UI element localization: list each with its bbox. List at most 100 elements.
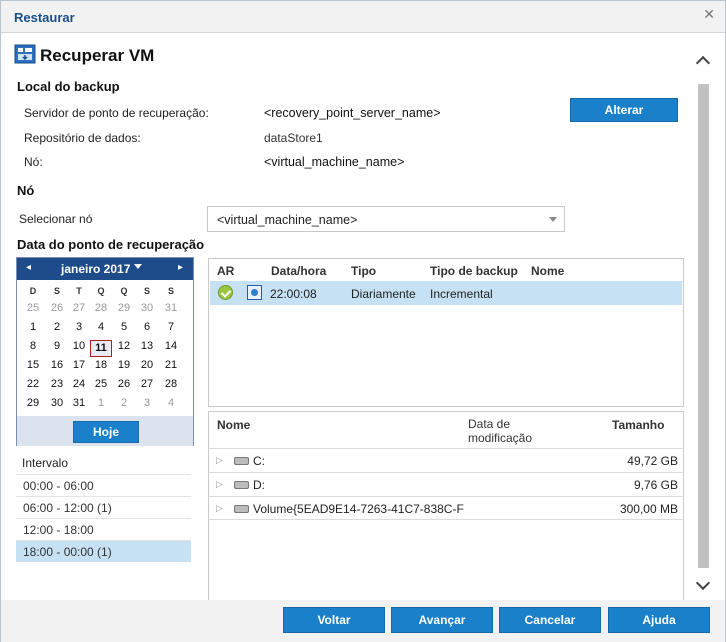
table-row[interactable]: ▷ D: 9,76 GB [209, 472, 683, 496]
interval-item-selected[interactable]: 18:00 - 00:00 (1) [16, 540, 191, 562]
calendar-day[interactable]: 30 [46, 397, 68, 409]
calendar-day[interactable]: 31 [160, 302, 182, 314]
calendar-day[interactable]: 3 [68, 321, 90, 333]
col-modified[interactable]: Data de modificação [468, 417, 532, 445]
interval-item[interactable]: 12:00 - 18:00 [16, 518, 191, 540]
window-title: Restaurar [14, 10, 75, 25]
calendar-day[interactable]: 21 [160, 359, 182, 371]
calendar-day[interactable]: 25 [90, 378, 112, 390]
close-icon[interactable]: ✕ [703, 6, 715, 23]
help-button[interactable]: Ajuda [608, 607, 710, 633]
col-ar[interactable]: AR [217, 264, 234, 278]
calendar-day[interactable]: 28 [160, 378, 182, 390]
calendar-month[interactable]: janeiro 2017 [61, 262, 130, 276]
calendar-day[interactable]: 22 [22, 378, 44, 390]
calendar-day[interactable]: 14 [160, 340, 182, 352]
next-button[interactable]: Avançar [391, 607, 493, 633]
calendar-day[interactable]: 1 [22, 321, 44, 333]
calendar-day[interactable]: 25 [22, 302, 44, 314]
page-title: Recuperar VM [40, 46, 155, 65]
calendar-day-selected[interactable]: 11 [90, 340, 112, 357]
calendar-day[interactable]: 7 [160, 321, 182, 333]
scroll-up-icon[interactable] [695, 55, 711, 71]
node-select[interactable]: <virtual_machine_name> [207, 206, 565, 232]
calendar-day[interactable]: 23 [46, 378, 68, 390]
weekday-label: S [143, 286, 150, 296]
today-button[interactable]: Hoje [73, 421, 139, 443]
calendar-day[interactable]: 29 [22, 397, 44, 409]
calendar-day[interactable]: 4 [90, 321, 112, 333]
calendar-day[interactable]: 20 [136, 359, 158, 371]
vertical-scrollbar[interactable] [695, 54, 714, 600]
node-select-value: <virtual_machine_name> [217, 213, 358, 227]
calendar-day[interactable]: 8 [22, 340, 44, 352]
col-name[interactable]: Nome [531, 264, 564, 278]
table-row[interactable]: ▷ Volume{5EAD9E14-7263-41C7-838C-F 300,0… [209, 496, 683, 520]
calendar-day[interactable]: 28 [90, 302, 112, 314]
interval-list: Intervalo 00:00 - 06:00 06:00 - 12:00 (1… [16, 452, 192, 562]
row-time: 22:00:08 [270, 287, 317, 301]
col-type[interactable]: Tipo [351, 264, 376, 278]
calendar-day[interactable]: 24 [68, 378, 90, 390]
file-size: 300,00 MB [619, 502, 678, 516]
col-file-name[interactable]: Nome [217, 418, 250, 432]
table-row[interactable]: 22:00:08 Diariamente Incremental [210, 281, 682, 305]
col-size[interactable]: Tamanho [612, 418, 664, 432]
drive-icon [234, 505, 249, 513]
calendar: ◂ janeiro 2017 ▸ D S T Q Q S S 25 26 27 28 29 30 31 1 2… [16, 257, 194, 446]
weekday-label: T [76, 286, 82, 296]
calendar-day[interactable]: 26 [46, 302, 68, 314]
recover-vm-icon [14, 44, 36, 64]
interval-item[interactable]: 00:00 - 06:00 [16, 474, 191, 496]
calendar-day[interactable]: 5 [113, 321, 135, 333]
scroll-down-icon[interactable] [695, 575, 711, 591]
expand-icon[interactable]: ▷ [216, 455, 223, 466]
calendar-day[interactable]: 9 [46, 340, 68, 352]
file-size: 49,72 GB [627, 454, 678, 468]
calendar-day[interactable]: 27 [68, 302, 90, 314]
calendar-day[interactable]: 4 [160, 397, 182, 409]
calendar-day[interactable]: 3 [136, 397, 158, 409]
calendar-day[interactable]: 31 [68, 397, 90, 409]
calendar-day[interactable]: 18 [90, 359, 112, 371]
calendar-day[interactable]: 19 [113, 359, 135, 371]
recovery-points-table: AR Data/hora Tipo Tipo de backup Nome 22… [208, 258, 684, 407]
dialog-content: Recuperar VM Local do backup Servidor de… [1, 34, 725, 601]
calendar-day[interactable]: 27 [136, 378, 158, 390]
prev-month-icon[interactable]: ◂ [26, 262, 31, 273]
col-backup-type[interactable]: Tipo de backup [430, 264, 518, 278]
weekday-label: Q [120, 286, 128, 296]
calendar-day[interactable]: 16 [46, 359, 68, 371]
col-datetime[interactable]: Data/hora [271, 264, 326, 278]
next-month-icon[interactable]: ▸ [178, 262, 183, 273]
calendar-day[interactable]: 6 [136, 321, 158, 333]
calendar-day[interactable]: 26 [113, 378, 135, 390]
back-button[interactable]: Voltar [283, 607, 385, 633]
weekday-label: S [167, 286, 174, 296]
file-name: Volume{5EAD9E14-7263-41C7-838C-F [253, 502, 464, 516]
calendar-day[interactable]: 2 [46, 321, 68, 333]
calendar-day[interactable]: 30 [136, 302, 158, 314]
expand-icon[interactable]: ▷ [216, 479, 223, 490]
backup-type-icon [247, 285, 262, 300]
server-value: <recovery_point_server_name> [264, 106, 441, 120]
calendar-day[interactable]: 10 [68, 340, 90, 352]
calendar-day[interactable]: 17 [68, 359, 90, 371]
calendar-day[interactable]: 2 [113, 397, 135, 409]
interval-item[interactable]: 06:00 - 12:00 (1) [16, 496, 191, 518]
calendar-day[interactable]: 1 [90, 397, 112, 409]
weekday-label: S [53, 286, 60, 296]
expand-icon[interactable]: ▷ [216, 503, 223, 514]
server-label: Servidor de ponto de recuperação: [24, 106, 209, 120]
col-modified-line1: Data de [468, 417, 511, 431]
calendar-day[interactable]: 13 [136, 340, 158, 352]
calendar-header: ◂ janeiro 2017 ▸ [17, 258, 193, 280]
table-row[interactable]: ▷ C: 49,72 GB [209, 448, 683, 472]
change-button[interactable]: Alterar [570, 98, 678, 122]
scroll-thumb[interactable] [698, 84, 709, 568]
month-dropdown-icon[interactable] [134, 264, 142, 269]
cancel-button[interactable]: Cancelar [499, 607, 601, 633]
calendar-day[interactable]: 12 [113, 340, 135, 352]
calendar-day[interactable]: 15 [22, 359, 44, 371]
calendar-day[interactable]: 29 [113, 302, 135, 314]
